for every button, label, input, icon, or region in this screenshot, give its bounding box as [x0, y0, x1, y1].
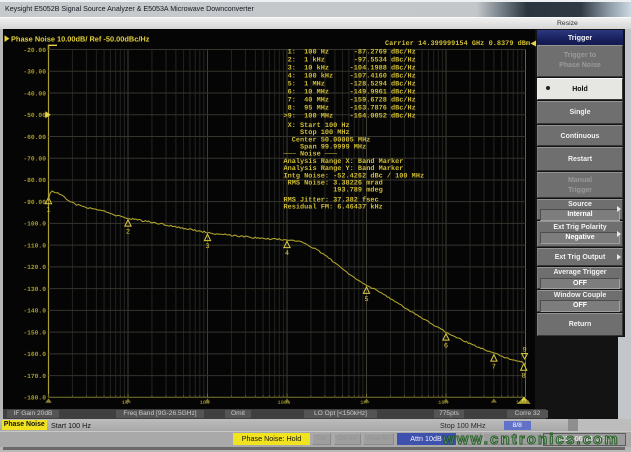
svg-text:4: 4 — [285, 250, 289, 258]
svg-text:-150.0: -150.0 — [23, 329, 46, 336]
svg-text:-110.0: -110.0 — [23, 242, 46, 249]
svg-text:100M: 100M — [516, 400, 529, 406]
svg-text:-30.00: -30.00 — [23, 69, 46, 76]
svg-text:10M: 10M — [438, 400, 448, 406]
svg-text:-60.00: -60.00 — [23, 134, 46, 141]
svg-text:3: 10 kHz -104.1988 dBc/H: 3: 10 kHz -104.1988 dBc/Hz — [284, 64, 416, 72]
svg-text:-100.0: -100.0 — [23, 221, 46, 228]
svg-text:Residual FM: 6.46437 kHz: Residual FM: 6.46437 kHz — [284, 203, 383, 211]
svg-text:3: 3 — [205, 243, 209, 251]
svg-text:6: 6 — [444, 343, 448, 351]
svg-text:-40.00: -40.00 — [23, 90, 46, 97]
svg-text:100k: 100k — [278, 400, 292, 406]
svg-text:8: 95 MHz -163.7876 dBc/H: 8: 95 MHz -163.7876 dBc/Hz — [284, 104, 416, 112]
svg-text:5: 1 MHz -128.5294 dBc/H: 5: 1 MHz -128.5294 dBc/Hz — [284, 80, 416, 88]
svg-text:-140.0: -140.0 — [23, 308, 46, 315]
svg-text:1: 100 Hz -87.2769 dBc/H: 1: 100 Hz -87.2769 dBc/Hz — [284, 48, 416, 56]
svg-text:5: 5 — [364, 296, 368, 304]
svg-text:-90.00: -90.00 — [23, 199, 46, 206]
svg-text:1M: 1M — [360, 400, 366, 406]
svg-text:8: 8 — [522, 373, 526, 381]
svg-text:4: 100 kHz -107.4160 dBc/H: 4: 100 kHz -107.4160 dBc/Hz — [284, 72, 416, 80]
svg-text:-20.00: -20.00 — [23, 47, 46, 54]
svg-text:-160.0: -160.0 — [23, 351, 46, 358]
svg-text:2: 1 kHz -97.5534 dBc/H: 2: 1 kHz -97.5534 dBc/Hz — [284, 56, 416, 64]
svg-text:2: 2 — [126, 229, 130, 237]
svg-text:10k: 10k — [200, 400, 210, 406]
svg-text:Carrier 14.399999154 GHz: Carrier 14.399999154 GHz — [385, 40, 484, 48]
svg-text:7: 40 MHz -159.6728 dBc/H: 7: 40 MHz -159.6728 dBc/Hz — [284, 96, 416, 104]
svg-text:1: 1 — [46, 206, 50, 214]
svg-text:1k: 1k — [122, 400, 129, 406]
svg-text:-130.0: -130.0 — [23, 286, 46, 293]
svg-text:0.8379 dBm: 0.8379 dBm — [489, 40, 530, 48]
svg-text:-80.00: -80.00 — [23, 177, 46, 184]
svg-text:-70.00: -70.00 — [23, 156, 46, 163]
svg-text:193.789 mdeg: 193.789 mdeg — [284, 187, 383, 195]
svg-text:-180.0: -180.0 — [23, 395, 46, 402]
svg-text:-170.0: -170.0 — [23, 373, 46, 380]
svg-text:6: 10 MHz -149.9961 dBc/H: 6: 10 MHz -149.9961 dBc/Hz — [284, 88, 416, 96]
svg-text:Phase Noise 10.00dB/ Ref -50.0: Phase Noise 10.00dB/ Ref -50.00dBc/Hz — [11, 34, 150, 43]
svg-text:-120.0: -120.0 — [23, 264, 46, 271]
svg-text:-50.00: -50.00 — [23, 112, 46, 119]
svg-text:7: 7 — [492, 364, 496, 372]
svg-text:>9: 100 MHz -164.0052 dBc/: >9: 100 MHz -164.0052 dBc/Hz — [284, 112, 416, 120]
